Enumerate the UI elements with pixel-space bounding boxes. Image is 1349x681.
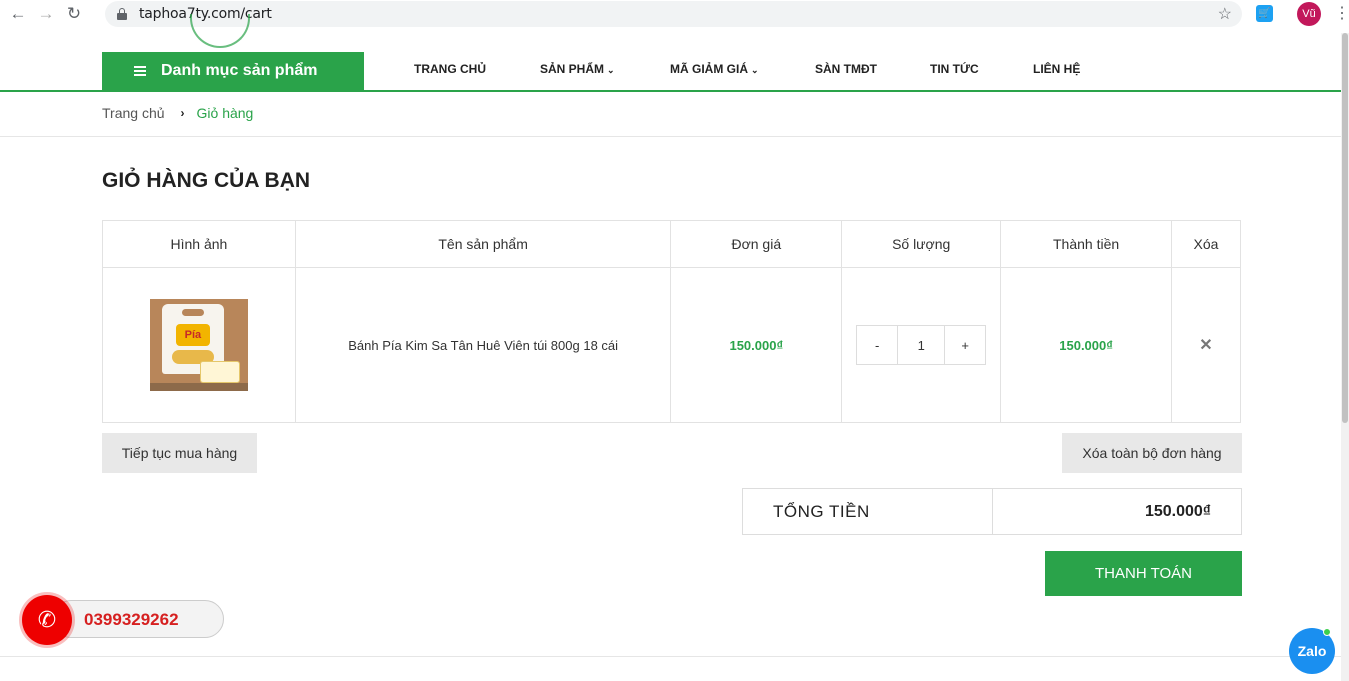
table-row: Pía Bánh Pía Kim Sa Tân Huê Viên túi 800… — [102, 267, 1241, 423]
breadcrumb-separator-icon: › — [180, 106, 185, 120]
back-arrow-icon[interactable]: ← — [4, 0, 32, 28]
nav-item-products[interactable]: SẢN PHẨM ⌄ — [540, 62, 615, 76]
footer-divider — [0, 656, 1349, 657]
lock-icon — [117, 8, 127, 20]
category-menu-button[interactable]: Danh mục sản phẩm — [102, 52, 364, 90]
product-name-link[interactable]: Bánh Pía Kim Sa Tân Huê Viên túi 800g 18… — [348, 338, 618, 353]
quantity-increase-button[interactable]: + — [945, 326, 986, 364]
address-bar[interactable]: taphoa7ty.com/cart ☆ — [105, 1, 1242, 27]
zalo-chat-button[interactable]: Zalo — [1289, 628, 1335, 674]
page-scrollbar[interactable] — [1341, 33, 1349, 681]
column-header-image: Hình ảnh — [102, 220, 296, 268]
continue-shopping-button[interactable]: Tiếp tục mua hàng — [102, 433, 257, 473]
subtotal-cell: 150.000₫ — [1000, 267, 1172, 423]
cart-table: Hình ảnh Tên sản phẩm Đơn giá Số lượng T… — [102, 220, 1241, 423]
scrollbar-thumb[interactable] — [1342, 33, 1348, 423]
chevron-down-icon: ⌄ — [607, 65, 615, 75]
online-status-icon — [1323, 628, 1331, 636]
profile-avatar[interactable]: Vũ — [1297, 2, 1321, 26]
column-header-subtotal: Thành tiền — [1000, 220, 1172, 268]
column-header-unit-price: Đơn giá — [670, 220, 843, 268]
unit-price: 150.000₫ — [729, 337, 784, 353]
quantity-input[interactable] — [897, 326, 946, 364]
zalo-label: Zalo — [1297, 643, 1327, 659]
reload-icon[interactable]: ↻ — [60, 0, 88, 28]
product-name-cell: Bánh Pía Kim Sa Tân Huê Viên túi 800g 18… — [294, 267, 672, 423]
nav-item-news[interactable]: TIN TỨC — [930, 62, 979, 76]
column-header-name: Tên sản phẩm — [294, 220, 672, 268]
breadcrumb-divider — [0, 136, 1349, 137]
header-divider — [0, 90, 1349, 92]
total-label: TỔNG TIỀN — [743, 489, 993, 534]
remove-cell: ✕ — [1171, 267, 1241, 423]
bookmark-star-icon[interactable]: ☆ — [1218, 4, 1232, 24]
breadcrumb-current: Giỏ hàng — [196, 105, 254, 121]
quantity-decrease-button[interactable]: - — [857, 326, 898, 364]
quantity-cell: - + — [841, 267, 1002, 423]
column-header-quantity: Số lượng — [841, 220, 1002, 268]
column-header-remove: Xóa — [1171, 220, 1241, 268]
product-thumbnail[interactable]: Pía — [149, 299, 248, 391]
product-image-cell: Pía — [102, 267, 296, 423]
extension-cart-icon[interactable]: 🛒 — [1256, 5, 1273, 22]
site-logo[interactable] — [190, 14, 250, 48]
unit-price-cell: 150.000₫ — [670, 267, 843, 423]
phone-icon[interactable]: ✆ — [22, 595, 72, 645]
total-value: 150.000₫ — [1144, 502, 1211, 520]
line-subtotal: 150.000₫ — [1059, 337, 1113, 353]
nav-item-contact[interactable]: LIÊN HỆ — [1033, 62, 1080, 76]
chevron-down-icon: ⌄ — [751, 65, 759, 75]
checkout-button[interactable]: THANH TOÁN — [1045, 551, 1242, 596]
hotline-number[interactable]: 0399329262 — [84, 610, 179, 630]
nav-item-coupons[interactable]: MÃ GIẢM GIÁ ⌄ — [670, 62, 759, 76]
breadcrumb: Trang chủ › Giỏ hàng — [102, 105, 253, 121]
nav-item-marketplace[interactable]: SÀN TMĐT — [815, 62, 877, 76]
forward-arrow-icon[interactable]: → — [32, 0, 60, 28]
quantity-stepper: - + — [856, 325, 987, 365]
cart-total: TỔNG TIỀN 150.000₫ — [742, 488, 1242, 535]
nav-item-home[interactable]: TRANG CHỦ — [414, 62, 486, 76]
hamburger-icon — [134, 66, 146, 76]
breadcrumb-home-link[interactable]: Trang chủ — [102, 105, 165, 121]
clear-cart-button[interactable]: Xóa toàn bộ đơn hàng — [1062, 433, 1242, 473]
product-brand-logo: Pía — [175, 324, 210, 346]
remove-item-close-icon[interactable]: ✕ — [1199, 337, 1212, 354]
category-menu-label: Danh mục sản phẩm — [161, 62, 318, 79]
kebab-menu-icon[interactable]: ⋮ — [1334, 4, 1349, 24]
page-title: GIỎ HÀNG CỦA BẠN — [102, 169, 311, 192]
